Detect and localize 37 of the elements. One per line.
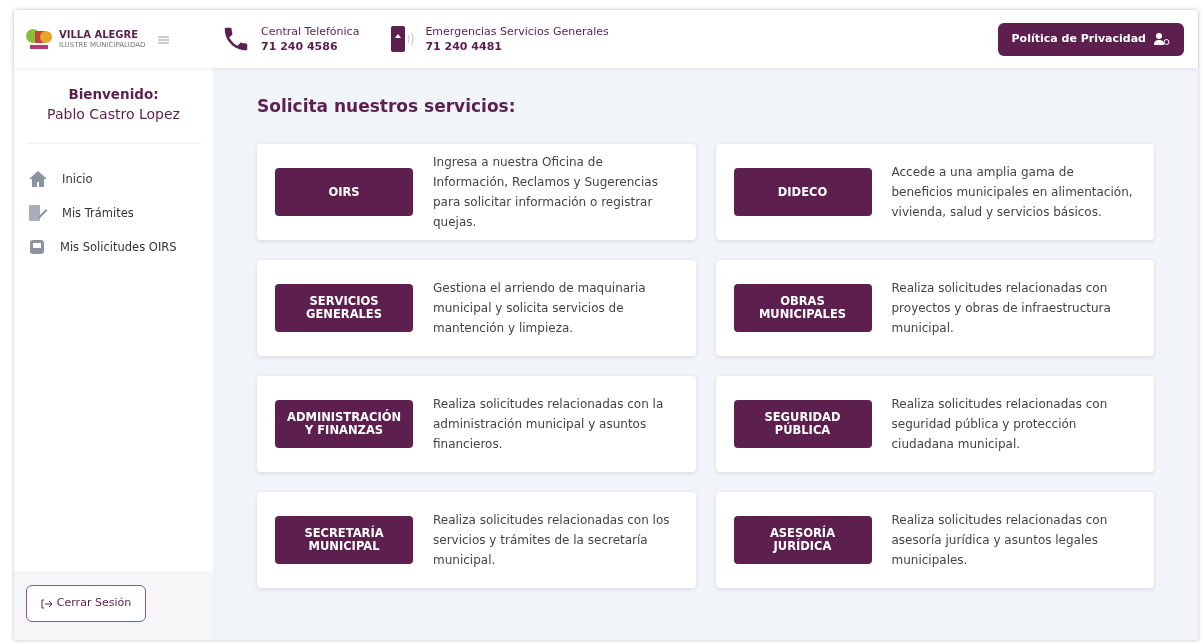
menu-icon[interactable] [158,35,170,44]
phone-number: 71 240 4481 [425,39,503,55]
user-name: Pablo Castro Lopez [46,105,181,125]
service-description: Realiza solicitudes relacionadas con proyectos y obras de infraestructura municipal. [891,280,1112,338]
logo-title: VILLA ALEGRE [59,29,140,40]
home-icon [28,170,48,189]
contact-label: Emergencias Servicios Generales [425,23,609,39]
contact-label: Central Telefónica [261,23,360,39]
service-button[interactable]: OBRAS MUNICIPALES [733,284,872,333]
service-button[interactable]: OIRS [275,168,413,217]
service-button[interactable]: SERVICIOS GENERALES [275,284,413,333]
user-lock-icon [1154,33,1170,45]
sidebar-link[interactable]: Mis Trámites [62,204,134,222]
greeting: Bienvenido: [67,85,160,104]
service-description: Realiza solicitudes relacionadas con seguridad pública y protección ciudadana municipal. [891,396,1109,454]
service-description: Realiza solicitudes relacionadas con asesoría jurídica y asuntos legales municipales. [891,512,1109,570]
service-description: Realiza solicitudes relacionadas con los servicios y trámites de la secretaría municipal. [433,512,671,570]
service-button[interactable]: SEGURIDAD PÚBLICA [733,400,872,449]
service-description: Gestiona el arriendo de maquinaria municipal y solicita servicios de mantención y limpieza. [433,280,647,338]
service-button[interactable]: ASESORÍA JURÍDICA [733,516,872,565]
service-description: Ingresa a nuestra Oficina de Información, Reclamos y Sugerencias para solicitar información o registrar quejas. [433,154,659,232]
section-title: Solicita nuestros servicios: [257,96,517,117]
service-description: Realiza solicitudes relacionadas con la administración municipal y asuntos financieros. [433,396,665,454]
logout-button[interactable]: Cerrar Sesión [26,585,146,622]
service-button[interactable]: DIDECO [733,168,872,217]
mobile-alert-icon [389,24,416,54]
logout-icon [40,598,53,609]
privacy-policy-button[interactable]: Política de Privacidad [997,22,1184,56]
service-button[interactable]: ADMINISTRACIÓN Y FINANZAS [275,400,413,449]
phone-number: 71 240 4586 [261,39,339,55]
inbox-icon [28,238,46,257]
sidebar-link[interactable]: Inicio [62,170,93,188]
document-pen-icon [28,204,48,223]
service-button[interactable]: SECRETARÍA MUNICIPAL [275,516,413,565]
sidebar-link[interactable]: Mis Solicitudes OIRS [60,238,177,256]
logo-icon [24,26,54,52]
service-description: Accede a una amplia gama de beneficios municipales en alimentación, vivienda, salud y servicios básicos. [891,164,1134,222]
